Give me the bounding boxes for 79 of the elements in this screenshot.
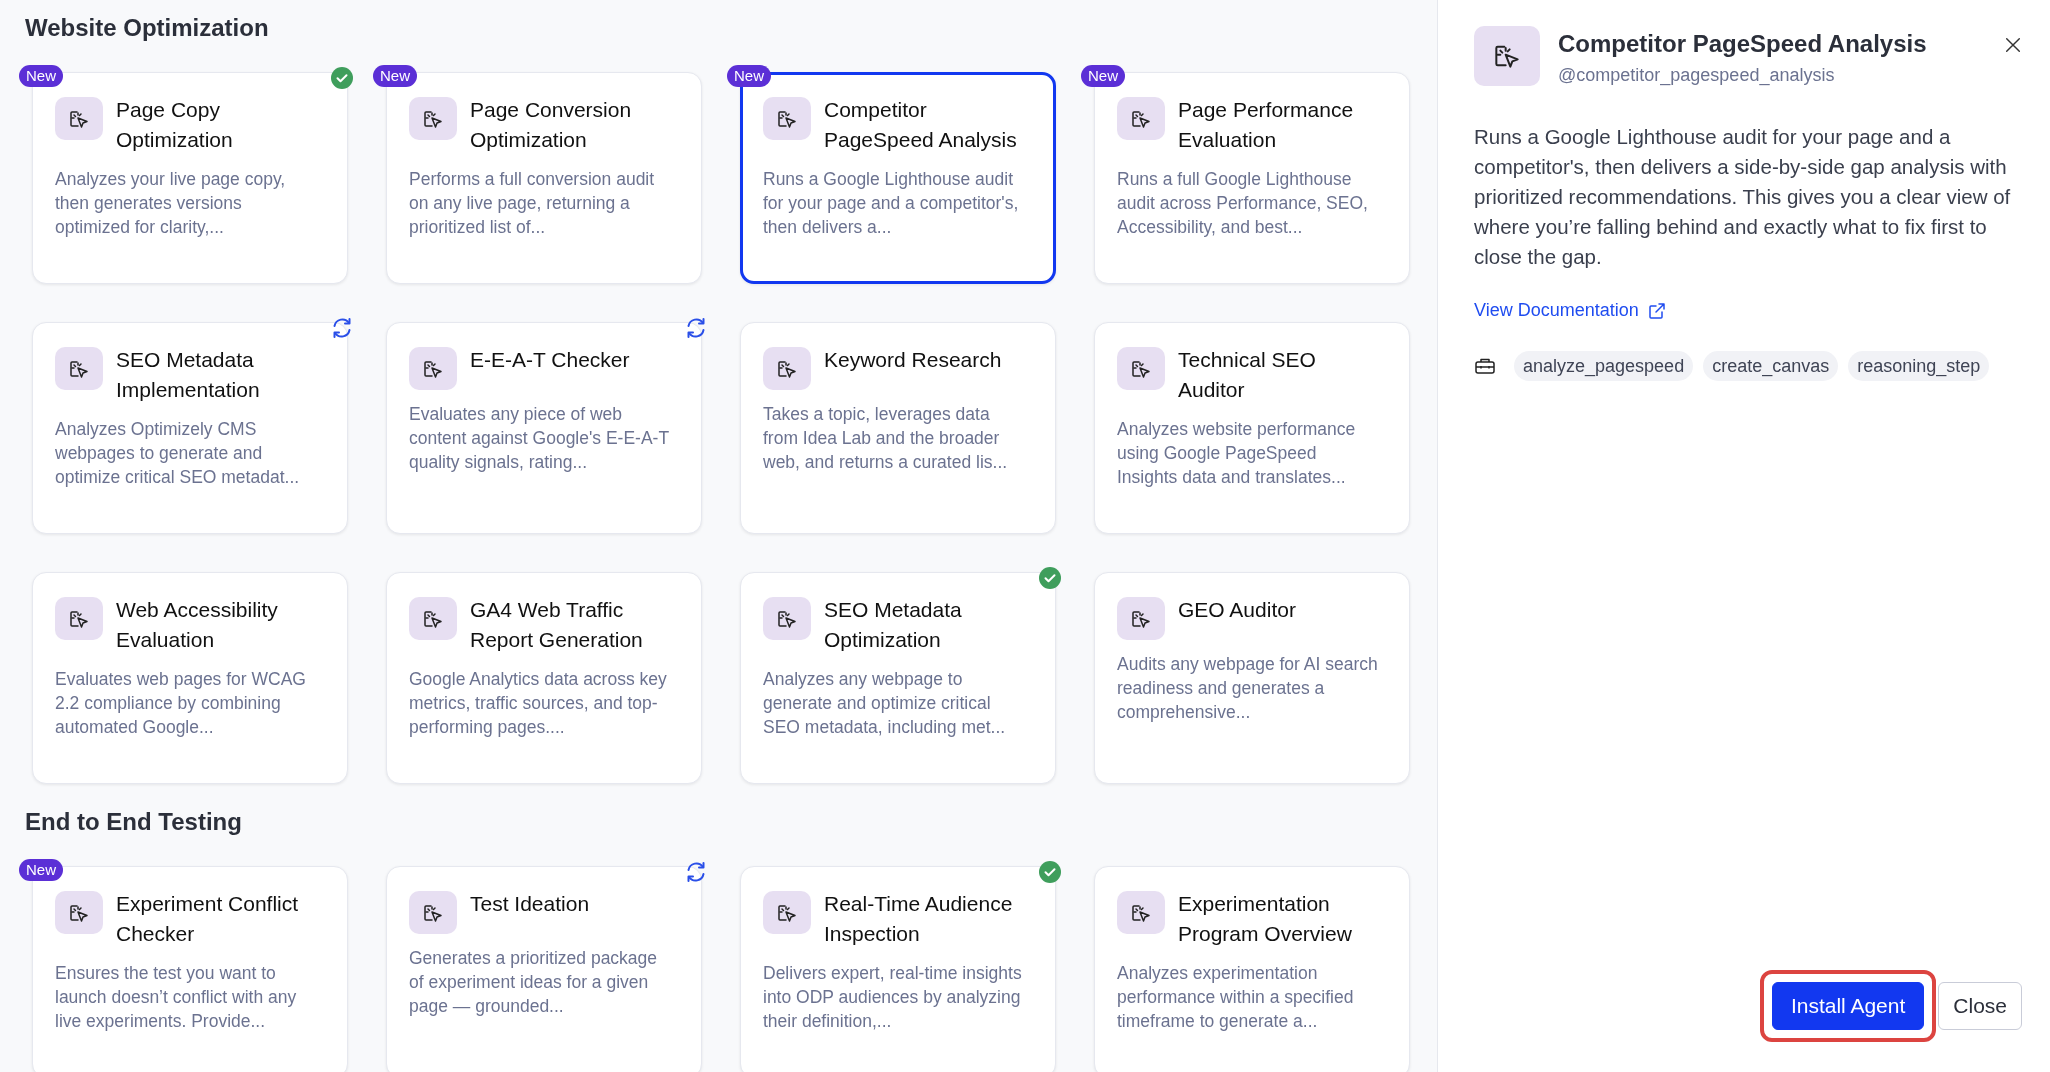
card-description: Takes a topic, leverages data from Idea Lab and the broader web, and returns a curated lis...	[763, 403, 1009, 474]
cursor-icon	[409, 97, 457, 140]
card-description: Evaluates web pages for WCAG 2.2 compliance by combining automated Google...	[55, 668, 307, 739]
cursor-icon	[409, 891, 457, 934]
agent-description: Runs a Google Lighthouse audit for your page and a competitor's, then delivers a side-by-side gap analysis with prioritized recommendations. This gives you a clear view of where you’re falling behind and exactly what to fix first to close the gap.	[1474, 124, 2012, 270]
card-title: Web Accessibility Evaluation	[116, 597, 279, 653]
card-title: Technical SEO Auditor	[1178, 347, 1317, 403]
cursor-icon	[409, 347, 457, 390]
agent-card[interactable]: SEO Metadata Implementation Analyzes Optimizely CMS webpages to generate and optimize critical SEO metadat...	[32, 322, 348, 534]
card-title: Experiment Conflict Checker	[116, 891, 300, 947]
tool-tag: analyze_pagespeed	[1514, 351, 1694, 381]
cursor-icon	[1117, 597, 1165, 640]
card-title: Page Conversion Optimization	[470, 97, 633, 153]
cursor-icon	[55, 597, 103, 640]
cursor-icon	[1474, 26, 1540, 86]
section-title: End to End Testing	[25, 807, 243, 837]
new-badge: New	[1081, 65, 1125, 87]
cursor-icon	[1117, 97, 1165, 140]
agent-card[interactable]: GEO Auditor Audits any webpage for AI search readiness and generates a comprehensive...	[1094, 572, 1410, 784]
agent-card[interactable]: Test Ideation Generates a prioritized package of experiment ideas for a given page — grounded...	[386, 866, 702, 1072]
card-title: Test Ideation	[470, 891, 591, 917]
card-title: Real-Time Audience Inspection	[824, 891, 1014, 947]
tool-tag: reasoning_step	[1848, 351, 1990, 381]
external-link-icon[interactable]	[1646, 300, 1667, 321]
card-title: GEO Auditor	[1178, 597, 1297, 623]
agent-card[interactable]: Real-Time Audience Inspection Delivers expert, real-time insights into ODP audiences by analyzing their definition,...	[740, 866, 1056, 1072]
close-button[interactable]: Close	[1938, 982, 2022, 1030]
card-description: Runs a full Google Lighthouse audit across Performance, SEO, Accessibility, and best...	[1117, 168, 1369, 239]
card-description: Runs a Google Lighthouse audit for your page and a competitor's, then delivers a...	[763, 168, 1020, 239]
card-description: Evaluates any piece of web content against Google's E-E-A-T quality signals, rating...	[409, 403, 670, 474]
cursor-icon	[763, 597, 811, 640]
panel-title: Competitor PageSpeed Analysis	[1558, 29, 1928, 59]
card-title: Page Performance Evaluation	[1178, 97, 1355, 153]
card-description: Performs a full conversion audit on any live page, returning a prioritized list of...	[409, 168, 656, 239]
card-description: Analyzes your live page copy, then generates versions optimized for clarity,...	[55, 168, 287, 239]
card-description: Analyzes Optimizely CMS webpages to generate and optimize critical SEO metadat...	[55, 418, 301, 489]
cursor-icon	[1117, 347, 1165, 390]
card-description: Analyzes website performance using Google PageSpeed Insights data and translates...	[1117, 418, 1357, 489]
toolbox-icon	[1474, 356, 1496, 376]
card-title: GA4 Web Traffic Report Generation	[470, 597, 644, 653]
card-title: Keyword Research	[824, 347, 1003, 373]
card-title: Page Copy Optimization	[116, 97, 234, 153]
card-title: SEO Metadata Implementation	[116, 347, 261, 403]
section-title: Website Optimization	[25, 13, 270, 43]
card-title: Competitor PageSpeed Analysis	[824, 97, 1018, 153]
agent-card[interactable]: Technical SEO Auditor Analyzes website performance using Google PageSpeed Insights data and translates...	[1094, 322, 1410, 534]
cursor-icon	[763, 347, 811, 390]
new-badge: New	[373, 65, 417, 87]
agent-card[interactable]: Experimentation Program Overview Analyzes experimentation performance within a specified timeframe to generate a...	[1094, 866, 1410, 1072]
cursor-icon	[763, 97, 811, 140]
agent-card[interactable]: SEO Metadata Optimization Analyzes any webpage to generate and optimize critical SEO metadata, including met...	[740, 572, 1056, 784]
card-description: Audits any webpage for AI search readiness and generates a comprehensive...	[1117, 653, 1379, 724]
card-title: SEO Metadata Optimization	[824, 597, 963, 653]
card-title: Experimentation Program Overview	[1178, 891, 1353, 947]
cursor-icon	[55, 97, 103, 140]
new-badge: New	[19, 859, 63, 881]
tool-tag: create_canvas	[1703, 351, 1839, 381]
close-icon[interactable]	[2004, 36, 2022, 54]
new-badge: New	[727, 65, 771, 87]
agent-card[interactable]: GA4 Web Traffic Report Generation Google Analytics data across key metrics, traffic sources, and top-performing pages....	[386, 572, 702, 784]
card-description: Delivers expert, real-time insights into ODP audiences by analyzing their definition,...	[763, 962, 1023, 1033]
card-description: Analyzes experimentation performance within a specified timeframe to generate a...	[1117, 962, 1355, 1033]
cursor-icon	[409, 597, 457, 640]
cursor-icon	[763, 891, 811, 934]
install-button[interactable]: Install Agent	[1771, 982, 1925, 1030]
documentation-link[interactable]: View Documentation	[1474, 300, 1667, 321]
agent-card[interactable]: E-E-A-T Checker Evaluates any piece of web content against Google's E-E-A-T quality signals, rating...	[386, 322, 702, 534]
cursor-icon	[55, 891, 103, 934]
agent-card[interactable]: Web Accessibility Evaluation Evaluates web pages for WCAG 2.2 compliance by combining automated Google...	[32, 572, 348, 784]
cursor-icon	[1117, 891, 1165, 934]
agent-card[interactable]: Keyword Research Takes a topic, leverages data from Idea Lab and the broader web, and returns a curated lis...	[740, 322, 1056, 534]
card-description: Ensures the test you want to launch doesn’t conflict with any live experiments. Provide...	[55, 962, 298, 1033]
card-description: Generates a prioritized package of experiment ideas for a given page — grounded...	[409, 947, 659, 1018]
new-badge: New	[19, 65, 63, 87]
card-description: Google Analytics data across key metrics, traffic sources, and top-performing pages....	[409, 668, 668, 739]
agent-handle: @competitor_pagespeed_analysis	[1558, 64, 1836, 88]
card-title: E-E-A-T Checker	[470, 347, 631, 373]
cursor-icon	[55, 347, 103, 390]
card-description: Analyzes any webpage to generate and optimize critical SEO metadata, including met...	[763, 668, 1007, 739]
